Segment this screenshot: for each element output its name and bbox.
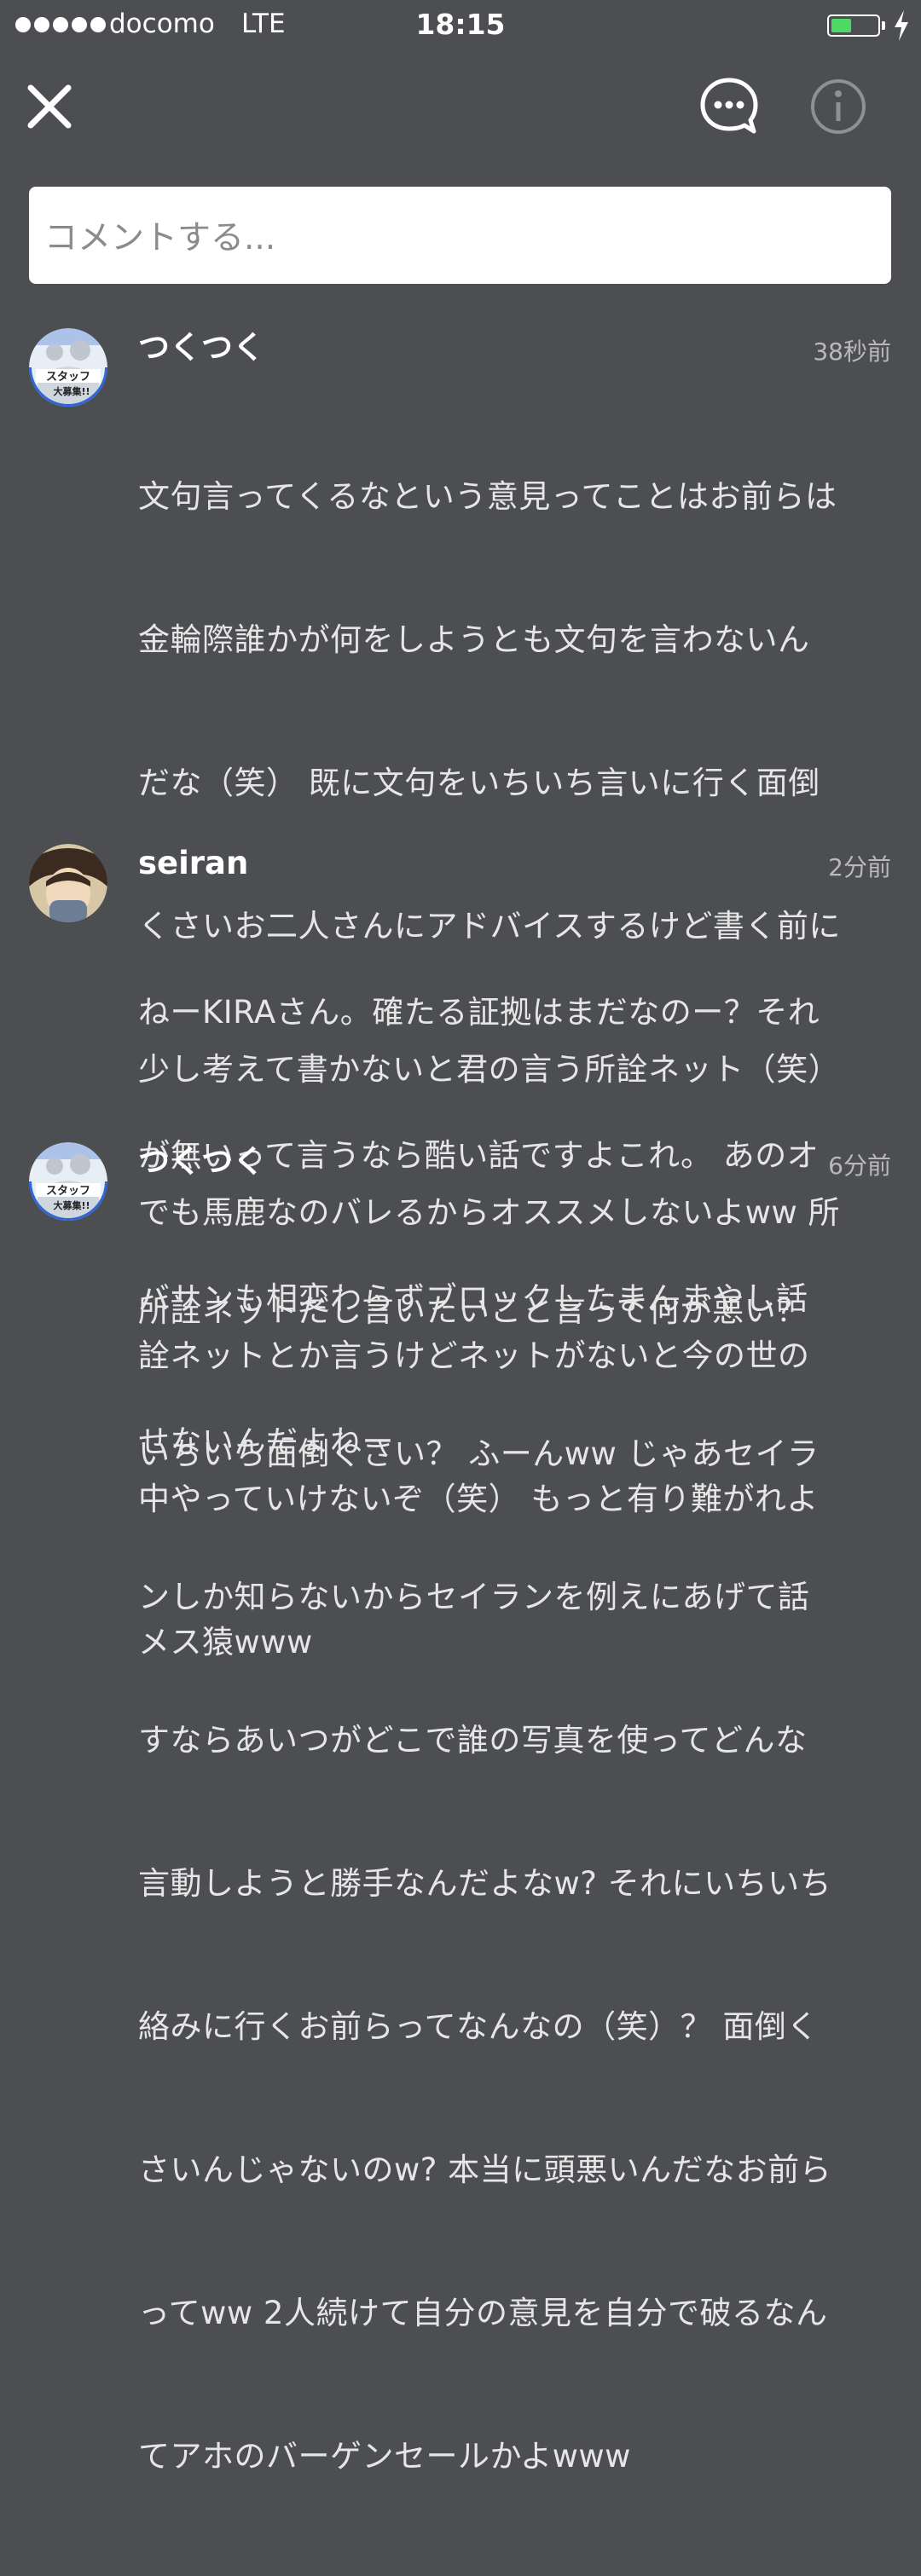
comment-line: 文句言ってくるなという意見ってことはお前らは [138,478,837,515]
close-icon[interactable] [24,81,75,132]
comment-time: 6分前 [828,1152,891,1180]
comment-line: ンしか知らないからセイランを例えにあげて話 [138,1579,810,1615]
user-avatar[interactable] [29,844,107,922]
comment-input-placeholder: コメントする... [44,219,276,257]
comment-text: 所詮ネットだし言いたいこと言って何が悪い？ いちいち面倒くさい？ ふーんww じ… [138,1192,893,2576]
comment-username[interactable]: seiran [138,844,248,883]
comment-line: 金輪際誰かが何をしようとも文句を言わないん [138,621,810,658]
info-icon[interactable] [807,75,870,138]
comment-username[interactable]: つくつく [138,328,264,367]
chat-bubble-icon[interactable] [698,75,761,138]
comment-line: 言動しようと勝手なんだよなw? それにいちいち [138,1865,832,1902]
comment-item: seiran 2分前 ねーKIRAさん。確たる証拠はまだなのー？それ が無いって… [29,844,891,1460]
comment-input[interactable]: コメントする... [29,187,891,284]
comment-line: いちいち面倒くさい？ ふーんww じゃあセイラ [138,1435,820,1472]
comment-time: 2分前 [828,853,891,881]
comment-item: スタッフ 大募集!! つくつく 38秒前 文句言ってくるなという意見ってことはお… [29,328,891,1661]
svg-text:大募集!!: 大募集!! [53,385,90,397]
comment-item: スタッフ 大募集!! つくつく 6分前 所詮ネットだし言いたいこと言って何が悪い… [29,1142,891,2475]
top-bar [0,68,921,145]
status-time: 18:15 [415,8,506,41]
comment-line: 絡みに行くお前らってなんなの（笑）？ 面倒く [138,2008,819,2045]
comment-line: さいんじゃないのw? 本当に頭悪いんだなお前ら [138,2151,832,2188]
comment-time: 38秒前 [813,338,891,366]
battery-icon [827,14,880,37]
comment-line: すならあいつがどこで誰の写真を使ってどんな [138,1722,808,1759]
status-bar: docomo LTE 18:15 [0,0,921,51]
comment-username[interactable]: つくつく [138,1142,264,1181]
comment-line: ってww 2人続けて自分の意見を自分で破るなん [138,2295,828,2331]
comment-line: ねーKIRAさん。確たる証拠はまだなのー？それ [138,994,820,1031]
comment-line: てアホのバーゲンセールかよwww [138,2438,631,2475]
charging-bolt-icon [895,10,908,41]
user-avatar[interactable]: スタッフ 大募集!! [29,1142,107,1221]
user-avatar[interactable]: スタッフ 大募集!! [29,328,107,407]
comment-line: だな（笑） 既に文句をいちいち言いに行く面倒 [138,765,820,801]
svg-text:スタッフ: スタッフ [46,371,90,384]
battery-tip [882,21,885,30]
svg-text:スタッフ: スタッフ [46,1185,90,1198]
comment-line: 所詮ネットだし言いたいこと言って何が悪い？ [138,1292,808,1329]
svg-text:大募集!!: 大募集!! [53,1199,90,1211]
